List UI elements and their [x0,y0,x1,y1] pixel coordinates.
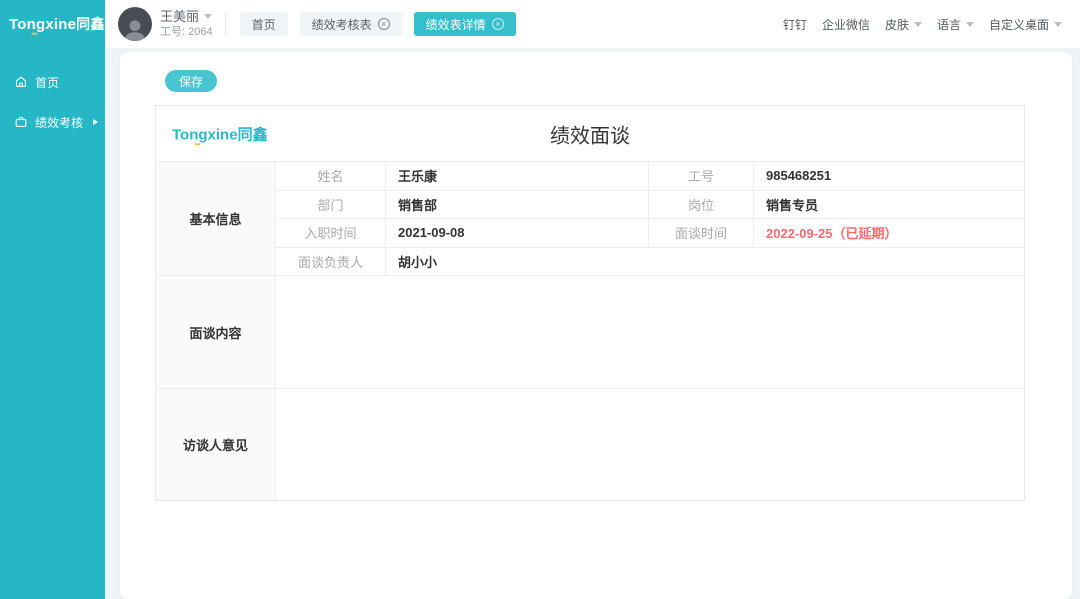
field-label-name: 姓名 [276,162,386,191]
topbar: 王美丽 工号: 2064 首页 绩效考核表 × 绩效表详情 × 钉钉 企业微信 … [105,0,1080,48]
field-value-hire-date: 2021-09-08 [386,219,649,248]
section-label-interview-content: 面谈内容 [156,276,276,388]
tab-home[interactable]: 首页 [240,12,288,36]
sidebar-menu: 首页 绩效考核 [0,62,105,142]
content-card: 保存 Tongxine同鑫 绩效面谈 基本信息 姓名 王乐康 工号 985468… [120,52,1072,599]
menu-label: 皮肤 [885,16,909,33]
tab-label: 绩效考核表 [312,16,372,33]
chevron-down-icon [914,22,922,27]
chevron-down-icon [966,22,974,27]
menu-label: 企业微信 [822,16,870,33]
basic-info-section: 基本信息 姓名 王乐康 工号 985468251 部门 销售部 岗位 销售专员 … [156,162,1024,276]
sidebar: Tongxine同鑫 首页 绩效考核 [0,0,105,599]
menu-skin[interactable]: 皮肤 [885,16,922,33]
section-label-interviewer-opinion: 访谈人意见 [156,389,276,500]
chevron-right-icon [93,119,98,125]
interviewer-opinion-input[interactable] [276,389,1024,500]
save-button[interactable]: 保存 [165,70,217,92]
sidebar-item-label: 首页 [35,74,59,91]
chevron-down-icon [204,14,212,19]
logo-smile-accent [30,30,39,35]
tab-performance-form[interactable]: 绩效考核表 × [300,12,402,36]
field-value-interview-date-overdue: 2022-09-25（已延期） [754,219,1024,248]
form-title: 绩效面谈 [156,119,1024,148]
interview-content-input[interactable] [276,276,1024,388]
field-label-employee-no: 工号 [649,162,754,191]
brand-logo-cn: 同鑫 [76,16,104,32]
chevron-down-icon [1054,22,1062,27]
interview-content-section: 面谈内容 [156,276,1024,389]
topbar-right-menu: 钉钉 企业微信 皮肤 语言 自定义桌面 [783,16,1080,33]
menu-dingtalk[interactable]: 钉钉 [783,16,807,33]
menu-language[interactable]: 语言 [937,16,974,33]
field-label-position: 岗位 [649,191,754,220]
menu-label: 钉钉 [783,16,807,33]
field-value-department: 销售部 [386,191,649,220]
tab-performance-detail[interactable]: 绩效表详情 × [414,12,516,36]
field-value-position: 销售专员 [754,191,1024,220]
field-label-interview-date: 面谈时间 [649,219,754,248]
user-info[interactable]: 王美丽 工号: 2064 [160,9,213,40]
menu-custom-desktop[interactable]: 自定义桌面 [989,16,1062,33]
field-value-employee-no: 985468251 [754,162,1024,191]
sidebar-item-home[interactable]: 首页 [0,62,105,102]
menu-label: 语言 [937,16,961,33]
home-icon [14,75,28,89]
field-label-department: 部门 [276,191,386,220]
employee-number: 工号: 2064 [160,26,213,40]
brand-logo: Tongxine同鑫 [0,0,105,34]
close-icon[interactable]: × [492,18,504,30]
interviewer-opinion-section: 访谈人意见 [156,389,1024,500]
sidebar-item-label: 绩效考核 [35,114,83,131]
user-name: 王美丽 [160,9,199,25]
field-value-name: 王乐康 [386,162,649,191]
sidebar-item-performance[interactable]: 绩效考核 [0,102,105,142]
close-icon[interactable]: × [378,18,390,30]
form-header: Tongxine同鑫 绩效面谈 [156,106,1024,162]
field-label-interviewer: 面谈负责人 [276,248,386,277]
menu-wecom[interactable]: 企业微信 [822,16,870,33]
tab-label: 绩效表详情 [426,16,486,33]
brand-logo-latin: Tongxine [9,16,76,33]
avatar[interactable] [118,7,152,41]
field-value-interviewer: 胡小小 [386,248,1024,277]
person-silhouette-icon [122,17,148,41]
menu-label: 自定义桌面 [989,16,1049,33]
briefcase-icon [14,115,28,129]
section-label-basic-info: 基本信息 [156,162,276,276]
interview-form: Tongxine同鑫 绩效面谈 基本信息 姓名 王乐康 工号 985468251… [155,105,1025,501]
divider [225,13,226,35]
tab-bar: 首页 绩效考核表 × 绩效表详情 × [240,12,516,36]
tab-label: 首页 [252,16,276,33]
main-area: 保存 Tongxine同鑫 绩效面谈 基本信息 姓名 王乐康 工号 985468… [105,48,1080,599]
field-label-hire-date: 入职时间 [276,219,386,248]
